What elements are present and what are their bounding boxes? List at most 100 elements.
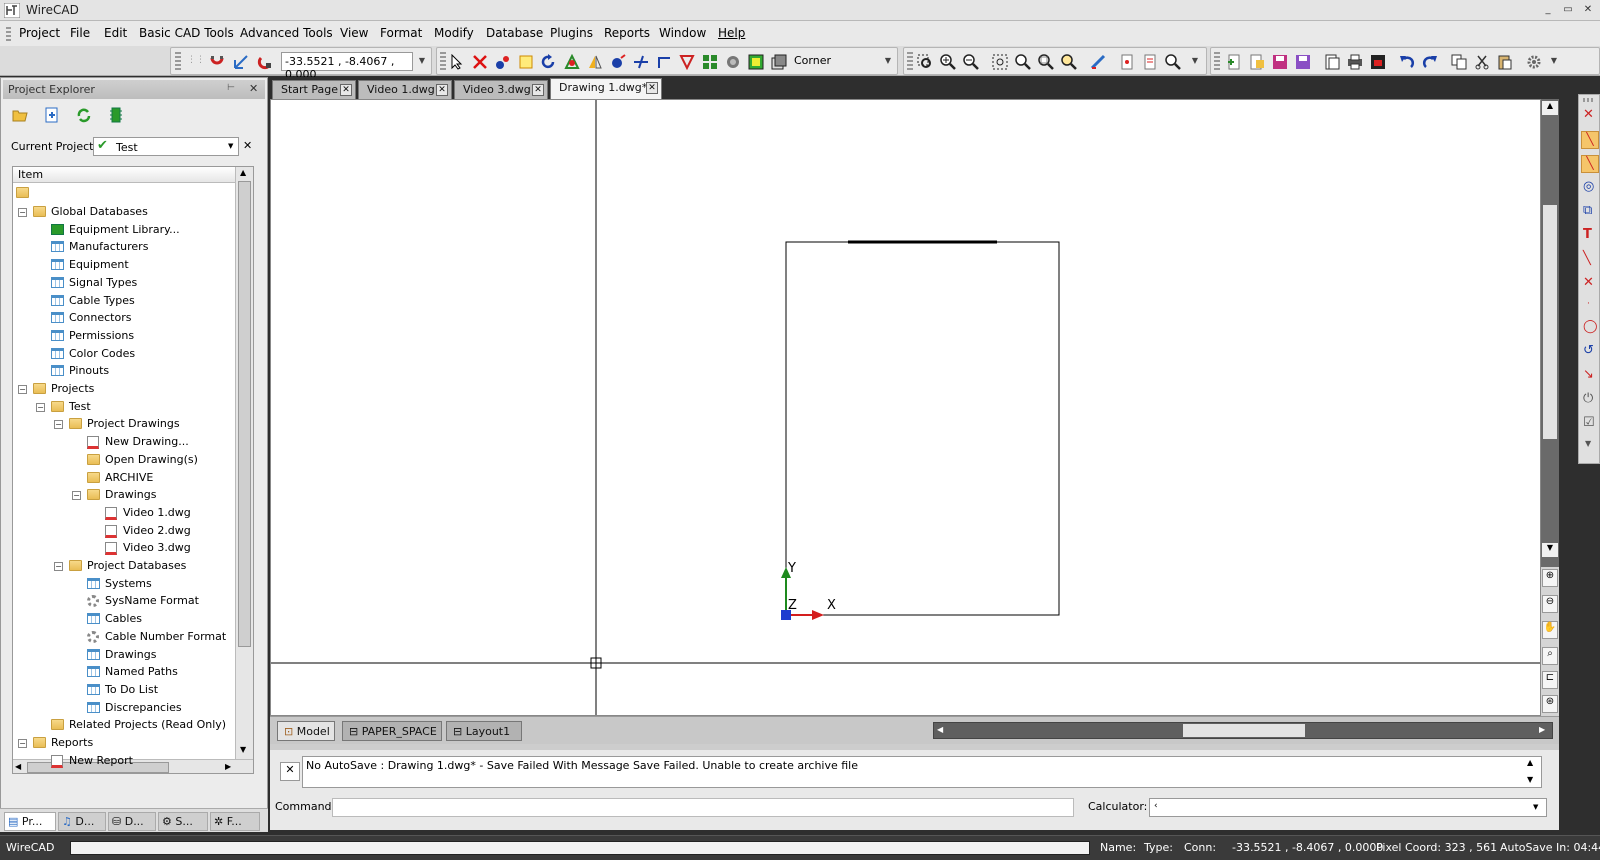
tab-drawing-1[interactable]: Drawing 1.dwg* ✕ [550, 78, 662, 99]
snap-perpendicular-icon[interactable]: T [1583, 227, 1592, 242]
snap-node-icon[interactable]: ⧉ [1583, 203, 1592, 218]
tree-expander-icon[interactable]: − [54, 562, 63, 571]
menu-edit[interactable]: Edit [104, 26, 127, 40]
tree-node[interactable]: Open Drawing(s) [13, 451, 235, 469]
canvas-horizontal-scrollbar[interactable]: ◀ ▶ [933, 722, 1553, 739]
tree-node[interactable]: Equipment [13, 256, 235, 274]
zoom-object-icon[interactable] [1061, 54, 1077, 70]
calculator-input[interactable]: ‹ ▼ [1149, 798, 1547, 817]
scroll-thumb[interactable] [238, 181, 251, 647]
file-toolbar-dropdown-arrow[interactable]: ▼ [1549, 52, 1559, 70]
menu-advanced-tools[interactable]: Advanced Tools [240, 26, 333, 40]
coord-lock-icon[interactable] [257, 54, 273, 70]
snap-nearest-icon[interactable]: · [1587, 299, 1590, 309]
tree-vertical-scrollbar[interactable]: ▲ ▼ [235, 167, 253, 759]
menu-database[interactable]: Database [486, 26, 543, 40]
dismiss-message-button[interactable]: ✕ [280, 762, 300, 781]
redo-icon[interactable] [1422, 54, 1438, 70]
snap-endpoint-icon[interactable]: ╲ [1581, 131, 1599, 149]
tree-node[interactable]: Cables [13, 610, 235, 628]
close-tab-icon[interactable]: ✕ [646, 82, 658, 94]
snap-arc-icon[interactable]: ↺ [1583, 343, 1594, 358]
zoom-out-icon[interactable] [963, 54, 979, 70]
tree-expander-icon[interactable]: − [18, 739, 27, 748]
close-tab-icon[interactable]: ✕ [532, 84, 544, 96]
tree-node[interactable]: − Drawings [13, 486, 235, 504]
snap-intersection-icon[interactable]: ✕ [1583, 275, 1594, 290]
canvas-v-scroll-thumb[interactable] [1543, 205, 1557, 439]
canvas-scroll-up[interactable]: ▲ [1542, 101, 1558, 115]
canvas-scroll-right[interactable]: ▶ [1539, 725, 1545, 734]
refresh-icon[interactable] [76, 107, 92, 123]
equipment-library-icon[interactable] [108, 107, 124, 123]
tree-node[interactable]: Cable Types [13, 292, 235, 310]
nav-zoom-extents-icon[interactable]: ⊛ [1542, 695, 1558, 713]
tree-node[interactable]: Signal Types [13, 274, 235, 292]
tree-node[interactable]: Pinouts [13, 362, 235, 380]
tree-node[interactable]: − Projects [13, 380, 235, 398]
export-icon[interactable] [1324, 54, 1340, 70]
panel-close-button[interactable]: ✕ [249, 82, 258, 95]
tab-drawings[interactable]: ♫ D... [58, 812, 106, 831]
tree-node[interactable]: − Project Databases [13, 557, 235, 575]
new-drawing-icon[interactable] [1226, 54, 1242, 70]
page-setup-icon[interactable] [1119, 54, 1135, 70]
rotate-icon[interactable] [541, 54, 557, 70]
tree-node[interactable]: Cable Number Format [13, 628, 235, 646]
find-icon[interactable] [1165, 54, 1181, 70]
menu-plugins[interactable]: Plugins [550, 26, 593, 40]
close-window-button[interactable]: ✕ [1580, 3, 1596, 17]
tree-node[interactable]: Drawings [13, 646, 235, 664]
close-tab-icon[interactable]: ✕ [436, 84, 448, 96]
open-project-icon[interactable] [12, 107, 28, 123]
paste-icon[interactable] [1497, 54, 1513, 70]
canvas-vertical-scrollbar[interactable]: ▲ ▼ [1541, 99, 1559, 567]
tree-node[interactable]: Connectors [13, 309, 235, 327]
tab-start-page[interactable]: Start Page ✕ [272, 80, 356, 99]
scroll-up-arrow[interactable]: ▲ [240, 168, 246, 177]
tree-node[interactable]: − Reports [13, 734, 235, 752]
maximize-button[interactable]: ▭ [1560, 3, 1576, 17]
tree-expander-icon[interactable]: − [18, 385, 27, 394]
tab-layout1[interactable]: ⊟ Layout1 [446, 721, 522, 741]
snap-tangent-icon[interactable]: ╲ [1583, 251, 1591, 266]
nav-zoom-out-icon[interactable]: ⊖ [1542, 595, 1558, 613]
ortho-icon[interactable] [233, 54, 249, 70]
tree-node[interactable]: To Do List [13, 681, 235, 699]
nav-zoom-in-icon[interactable]: ⊕ [1542, 569, 1558, 587]
pan-hand-icon[interactable]: ✋ [1542, 621, 1558, 639]
tab-video-3[interactable]: Video 3.dwg ✕ [454, 80, 548, 99]
save-all-icon[interactable] [1295, 54, 1311, 70]
scroll-down-arrow[interactable]: ▼ [240, 745, 246, 754]
tab-database[interactable]: ⛁ D... [108, 812, 156, 831]
tree-node[interactable]: Related Projects (Read Only) [13, 716, 235, 734]
fillet-icon[interactable] [725, 54, 741, 70]
tree-node[interactable]: Color Codes [13, 345, 235, 363]
zoom-all-icon[interactable] [1038, 54, 1054, 70]
zoom-window-icon[interactable] [917, 54, 933, 70]
tree-node[interactable]: Equipment Library... [13, 221, 235, 239]
tree-node[interactable]: Video 3.dwg [13, 539, 235, 557]
new-project-icon[interactable] [44, 107, 60, 123]
trim-icon[interactable] [633, 54, 649, 70]
zoom-extents-icon[interactable] [992, 54, 1008, 70]
clear-project-button[interactable]: ✕ [243, 139, 252, 152]
tree-node[interactable]: − Project Drawings [13, 415, 235, 433]
tree-node[interactable]: Discrepancies [13, 699, 235, 717]
nav-zoom-window-icon[interactable]: ⌕ [1542, 647, 1558, 665]
snap-power-icon[interactable]: ⏻ [1583, 391, 1593, 406]
tree-node[interactable]: Permissions [13, 327, 235, 345]
select-pointer-icon[interactable] [449, 54, 465, 70]
tree-column-header[interactable]: Item [13, 167, 235, 183]
move-objects-icon[interactable] [495, 54, 511, 70]
chevron-down-icon[interactable]: ▼ [1533, 803, 1538, 811]
snap-mode-dropdown-arrow[interactable]: ▼ [883, 52, 893, 70]
snap-clear-icon[interactable]: ✕ [1583, 107, 1594, 122]
tree-node[interactable]: Video 2.dwg [13, 522, 235, 540]
current-project-select[interactable]: ✔ Test ▼ [93, 137, 239, 156]
zoom-in-icon[interactable] [940, 54, 956, 70]
copy-objects-icon[interactable] [518, 54, 534, 70]
tab-paper-space[interactable]: ⊟ PAPER_SPACE [342, 721, 442, 741]
coord-dropdown-arrow[interactable]: ▼ [417, 52, 427, 70]
snap-center-icon[interactable]: ◎ [1583, 179, 1594, 194]
